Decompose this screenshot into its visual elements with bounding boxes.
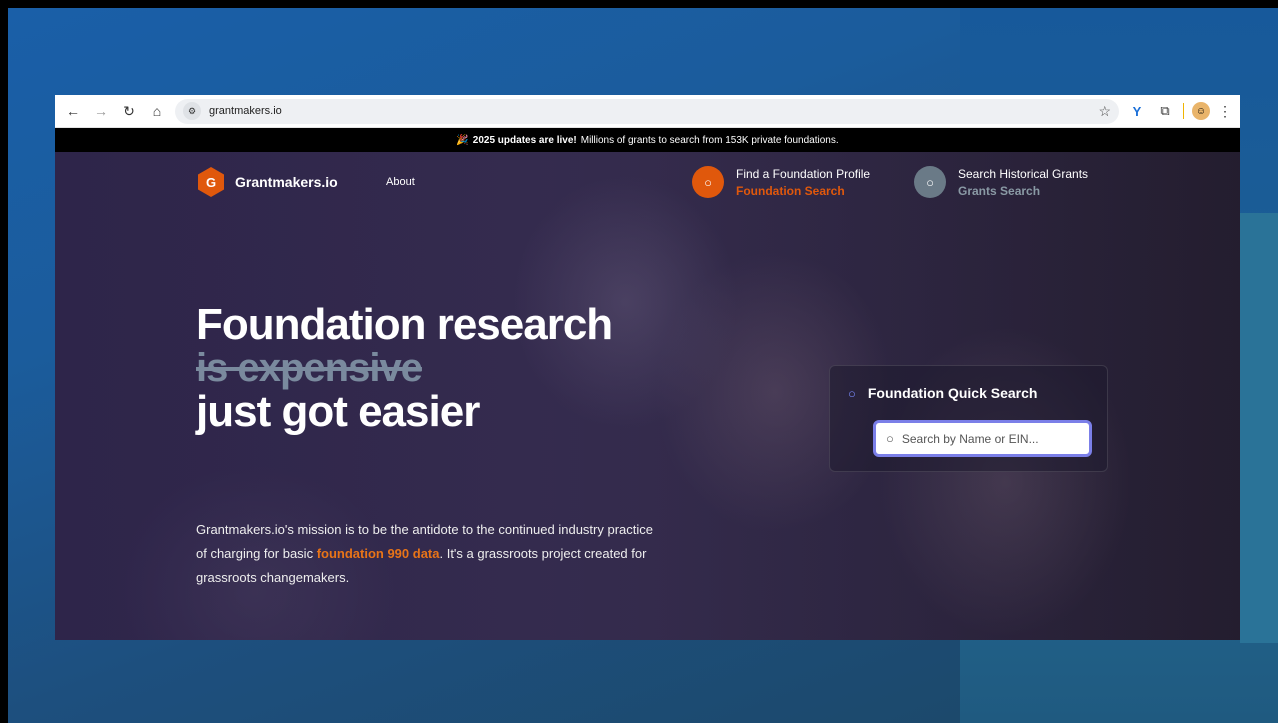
foundation-link-subtitle: Foundation Search [736,183,845,198]
browser-toolbar: ← → ↻ ⌂ ⚙ grantmakers.io ☆ Y ⧉ ☺ ⋮ [55,95,1240,128]
headline-line-3: just got easier [196,387,480,436]
grants-link-title: Search Historical Grants [958,166,1089,181]
site-info-icon[interactable]: ⚙ [183,102,201,120]
reload-icon[interactable]: ↻ [119,101,139,121]
bookmark-star-icon[interactable]: ☆ [1098,103,1111,120]
about-link[interactable]: About [386,176,415,188]
mission-statement: Grantmakers.io's mission is to be the an… [196,518,656,590]
extensions-puzzle-icon[interactable]: ⧉ [1155,101,1175,121]
announcement-bold: 2025 updates are live! [472,134,577,146]
quick-search-card: ○ Foundation Quick Search ○ [829,365,1108,472]
profile-avatar[interactable]: ☺ [1192,102,1210,120]
grants-link-subtitle: Grants Search [958,183,1041,198]
quick-search-input[interactable] [901,431,1062,446]
foundation-link-title: Find a Foundation Profile [736,166,871,181]
hero-section: G Grantmakers.io About ○ Find a Foundati… [55,152,1240,640]
foundation-search-link[interactable]: ○ Find a Foundation Profile Foundation S… [692,166,870,198]
quick-search-field[interactable]: ○ [873,420,1092,457]
search-icon: ○ [886,431,894,446]
url-text[interactable]: grantmakers.io [209,105,1090,117]
quick-search-heading: ○ Foundation Quick Search [848,385,1037,401]
grants-search-link[interactable]: ○ Search Historical Grants Grants Search [914,166,1088,198]
back-icon[interactable]: ← [63,101,83,121]
logo-icon[interactable]: G [198,167,224,197]
headline-line-2-struck: is expensive [196,346,423,390]
forward-icon[interactable]: → [91,101,111,121]
desktop-panel-lower [1240,213,1278,643]
announcement-bar: 🎉 2025 updates are live! Millions of gra… [55,128,1240,152]
home-icon[interactable]: ⌂ [147,101,167,121]
browser-menu-icon[interactable]: ⋮ [1218,103,1232,120]
site-header: G Grantmakers.io About ○ Find a Foundati… [55,152,1240,212]
browser-window: ← → ↻ ⌂ ⚙ grantmakers.io ☆ Y ⧉ ☺ ⋮ 🎉 202… [55,95,1240,640]
extension-v-icon[interactable]: Y [1127,101,1147,121]
foundation-990-link[interactable]: foundation 990 data [317,546,440,561]
logo-text[interactable]: Grantmakers.io [235,174,338,190]
address-bar[interactable]: ⚙ grantmakers.io ☆ [175,98,1119,124]
announcement-text: Millions of grants to search from 153K p… [580,134,839,146]
quick-search-title: Foundation Quick Search [867,385,1038,401]
search-icon: ○ [914,166,946,198]
search-icon: ○ [692,166,724,198]
hero-headline: Foundation research is expensive just go… [196,300,613,436]
search-icon: ○ [848,385,856,401]
headline-line-1: Foundation research [196,300,613,349]
toolbar-divider [1183,103,1184,119]
party-icon: 🎉 [456,134,469,146]
